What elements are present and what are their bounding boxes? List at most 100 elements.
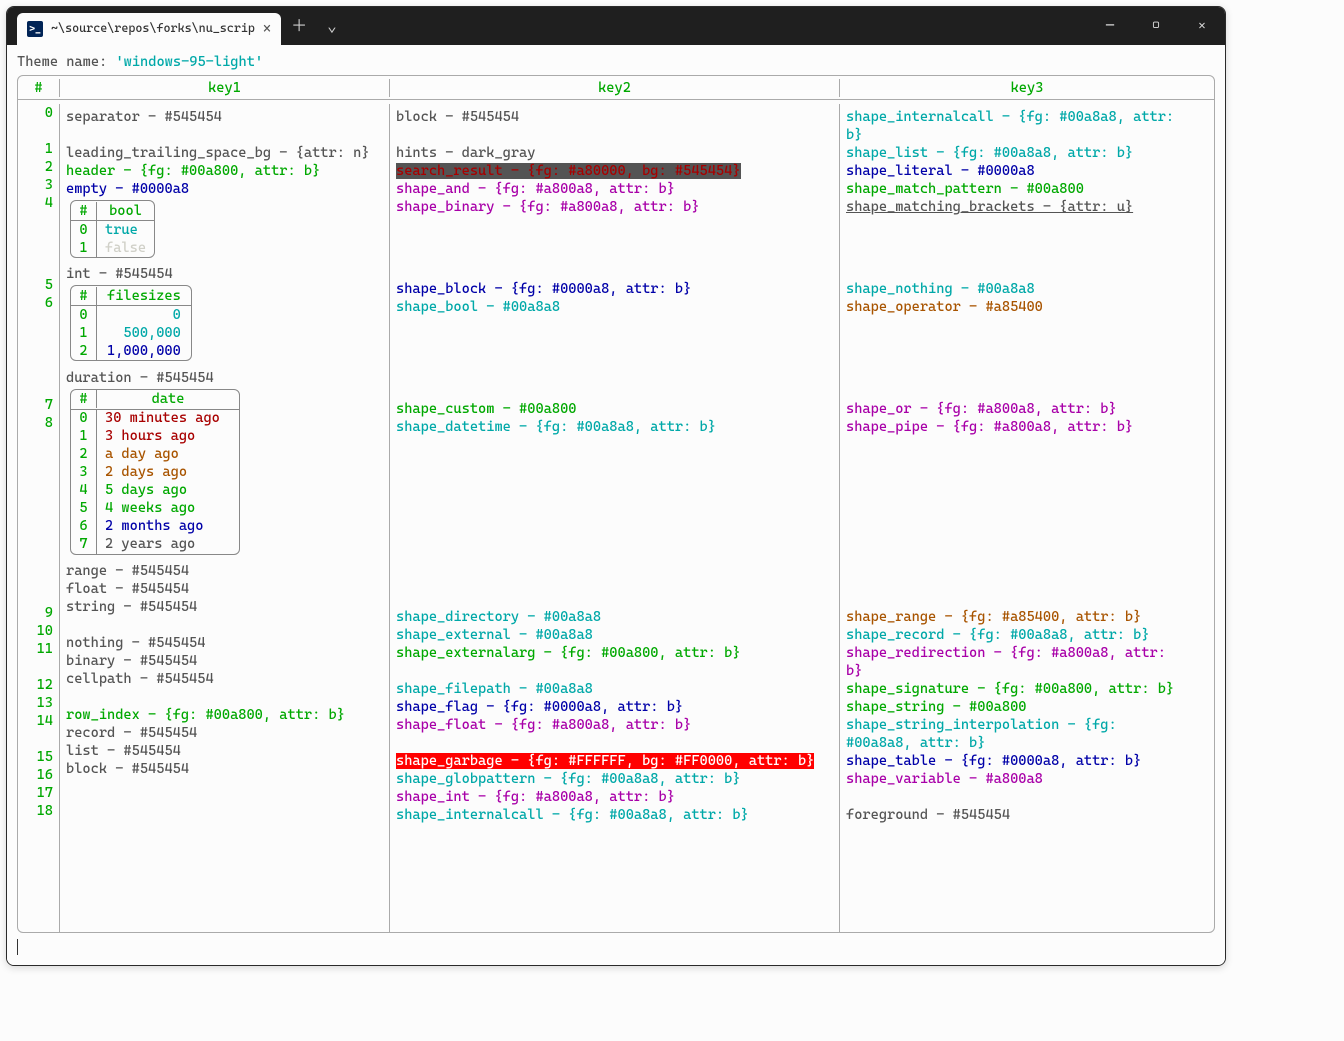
row-num: 7 [18, 396, 59, 414]
cell: header - {fg: #00a800, attr: b} [66, 162, 383, 180]
cell: shape_list - {fg: #00a8a8, attr: b} [846, 144, 1208, 162]
row-num: 6 [18, 294, 59, 312]
cell-garbage: shape_garbage - {fg: #FFFFFF, bg: #FF000… [396, 753, 814, 769]
sub-row: 62 months ago [71, 518, 239, 536]
cell: separator - #545454 [66, 108, 383, 126]
subhdr-key: filesizes [97, 287, 191, 305]
close-button[interactable]: ✕ [1179, 7, 1225, 45]
cell: shape_float - {fg: #a800a8, attr: b} [396, 716, 833, 734]
row-num: 0 [18, 104, 59, 122]
terminal-body[interactable]: Theme name: 'windows-95-light' # key1 ke… [7, 45, 1225, 965]
cell: binary - #545454 [66, 652, 383, 670]
cell: shape_internalcall - {fg: #00a8a8, attr: [846, 108, 1208, 126]
maximize-button[interactable]: ▢ [1133, 7, 1179, 45]
row-num: 5 [18, 276, 59, 294]
cell: shape_externalarg - {fg: #00a800, attr: … [396, 644, 833, 662]
row-num: 8 [18, 414, 59, 432]
cell: shape_nothing - #00a8a8 [846, 280, 1208, 298]
cell: block - #545454 [396, 108, 833, 126]
cell: shape_record - {fg: #00a8a8, attr: b} [846, 626, 1208, 644]
cell: leading_trailing_space_bg - {attr: n} [66, 144, 383, 162]
header-num: # [18, 79, 60, 97]
table-header: # key1 key2 key3 [18, 76, 1214, 100]
cell: shape_match_pattern - #00a800 [846, 180, 1208, 198]
cell: shape_external - #00a8a8 [396, 626, 833, 644]
cell: shape_globpattern - {fg: #00a8a8, attr: … [396, 770, 833, 788]
row-num: 16 [18, 766, 59, 784]
cell: row_index - {fg: #00a800, attr: b} [66, 706, 383, 724]
cell: #00a8a8, attr: b} [846, 734, 1208, 752]
minimize-button[interactable]: ─ [1087, 7, 1133, 45]
cell: shape_string - #00a800 [846, 698, 1208, 716]
sub-row: 030 minutes ago [71, 410, 239, 428]
header-key3: key3 [840, 79, 1214, 97]
sub-num: 0 [71, 306, 97, 324]
cell: record - #545454 [66, 724, 383, 742]
header-key1: key1 [60, 79, 390, 97]
sub-num: 5 [71, 499, 97, 517]
cell: shape_pipe - {fg: #a800a8, attr: b} [846, 418, 1208, 436]
cell: shape_string_interpolation - {fg: [846, 716, 1208, 734]
close-icon[interactable]: × [263, 20, 271, 38]
row-num: 2 [18, 158, 59, 176]
table-body: 0 1 2 3 4 5 6 7 8 9 10 11 [18, 100, 1214, 932]
cell: shape_binary - {fg: #a800a8, attr: b} [396, 198, 833, 216]
row-num: 13 [18, 694, 59, 712]
row-num: 12 [18, 676, 59, 694]
sub-row: 54 weeks ago [71, 500, 239, 518]
row-num: 17 [18, 784, 59, 802]
row-num: 9 [18, 604, 59, 622]
tab-active[interactable]: >_ ~\source\repos\forks\nu_scrip × [17, 13, 281, 45]
subhdr-num: # [71, 287, 97, 305]
row-num: 10 [18, 622, 59, 640]
cell: foreground - #545454 [846, 806, 1208, 824]
col-key3: shape_internalcall - {fg: #00a8a8, attr:… [840, 104, 1214, 932]
window-controls: ─ ▢ ✕ [1087, 7, 1225, 45]
cell: shape_flag - {fg: #0000a8, attr: b} [396, 698, 833, 716]
titlebar: >_ ~\source\repos\forks\nu_scrip × ＋ ⌄ ─… [7, 7, 1225, 45]
cell: empty - #0000a8 [66, 180, 383, 198]
cell: shape_matching_brackets - {attr: u} [846, 198, 1208, 216]
cell: duration - #545454 [66, 369, 383, 387]
subhdr-key: date [97, 390, 239, 408]
row-num: 15 [18, 748, 59, 766]
sub-val: 3 hours ago [97, 427, 239, 445]
tab-dropdown[interactable]: ⌄ [317, 7, 347, 45]
theme-label: Theme name: [17, 54, 107, 70]
sub-num: 2 [71, 342, 97, 360]
row-num: 4 [18, 194, 59, 212]
subhdr-num: # [71, 390, 97, 408]
col-key2: block - #545454 hints - dark_gray search… [390, 104, 840, 932]
cell: shape_variable - #a800a8 [846, 770, 1208, 788]
cell: b} [846, 662, 1208, 680]
col-key1: separator - #545454 leading_trailing_spa… [60, 104, 390, 932]
cell: b} [846, 126, 1208, 144]
tab-title: ~\source\repos\forks\nu_scrip [51, 21, 255, 37]
sub-num: 6 [71, 517, 97, 535]
cell: shape_datetime - {fg: #00a8a8, attr: b} [396, 418, 833, 436]
subhdr-num: # [71, 202, 97, 220]
cell: shape_literal - #0000a8 [846, 162, 1208, 180]
sub-num: 1 [71, 324, 97, 342]
sub-num: 1 [71, 427, 97, 445]
sub-num: 3 [71, 463, 97, 481]
sub-num: 1 [71, 239, 97, 257]
sub-val: true [97, 221, 154, 239]
cell: float - #545454 [66, 580, 383, 598]
sub-num: 4 [71, 481, 97, 499]
cell: shape_redirection - {fg: #a800a8, attr: [846, 644, 1208, 662]
theme-header: Theme name: 'windows-95-light' [17, 53, 1215, 71]
row-num: 18 [18, 802, 59, 820]
sub-val: 30 minutes ago [97, 409, 239, 427]
cell: list - #545454 [66, 742, 383, 760]
new-tab-button[interactable]: ＋ [281, 7, 317, 45]
cell: range - #545454 [66, 562, 383, 580]
row-num: 11 [18, 640, 59, 658]
row-num: 1 [18, 140, 59, 158]
sub-row: 72 years ago [71, 536, 239, 554]
cell: cellpath - #545454 [66, 670, 383, 688]
date-subtable: #date 030 minutes ago13 hours ago2a day … [70, 389, 240, 555]
sub-val: 2 days ago [97, 463, 239, 481]
cell: nothing - #545454 [66, 634, 383, 652]
terminal-window: >_ ~\source\repos\forks\nu_scrip × ＋ ⌄ ─… [6, 6, 1226, 966]
